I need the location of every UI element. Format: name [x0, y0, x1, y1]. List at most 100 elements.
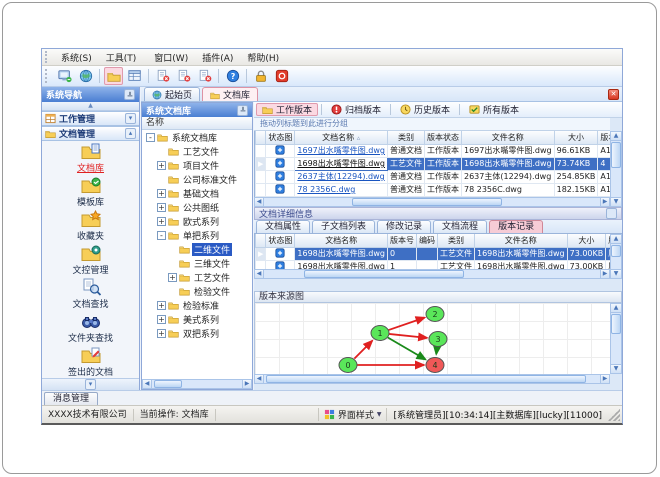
close-save-button[interactable]: [174, 67, 193, 85]
scroll-thumb[interactable]: [266, 375, 586, 383]
version-node-2[interactable]: 2: [425, 306, 445, 322]
detail-tab-文档属性[interactable]: 文档属性: [256, 220, 311, 233]
detail-tab-子文档列表[interactable]: 子文档列表: [312, 220, 376, 233]
scroll-right-icon[interactable]: ▶: [600, 270, 609, 278]
table-row[interactable]: 2637主体(12294).dwg 普通文档 工作版本 2637主体(12294).d…: [255, 169, 610, 184]
column-header-版本号[interactable]: 版本号: [597, 131, 610, 145]
column-header-状态图[interactable]: 状态图: [265, 131, 296, 145]
expand-icon[interactable]: +: [157, 188, 166, 198]
expand-icon[interactable]: +: [168, 272, 177, 282]
row-selector-header[interactable]: [255, 131, 267, 145]
detail-tab-修改记录[interactable]: 修改记录: [377, 220, 432, 233]
menu-item[interactable]: 系统(S): [54, 53, 99, 65]
column-header-版本状态[interactable]: 版本状态: [424, 131, 462, 145]
tree-item-单把系列[interactable]: - 单把系列: [142, 228, 252, 242]
scroll-thumb[interactable]: [154, 380, 182, 388]
menu-item[interactable]: 帮助(H): [240, 53, 286, 65]
tree-item-检验标准[interactable]: + 检验标准: [142, 298, 252, 312]
detail-tab-文档流程[interactable]: 文档流程: [433, 220, 488, 233]
browser-button[interactable]: [76, 67, 95, 85]
scroll-left-icon[interactable]: ◀: [143, 380, 152, 388]
version-node-1[interactable]: 1: [370, 325, 390, 341]
tree-item-双把系列[interactable]: + 双把系列: [142, 326, 252, 340]
column-header-文档名称[interactable]: 文档名称 ▵: [294, 131, 388, 145]
column-header-大小[interactable]: 大小: [553, 131, 599, 145]
column-header-文档名称[interactable]: 文档名称: [294, 234, 388, 248]
scroll-thumb[interactable]: [611, 245, 621, 257]
tree-item-工艺文件[interactable]: + 工艺文件: [142, 270, 252, 284]
sidebar-item-模板库[interactable]: 模板库: [42, 175, 139, 209]
button-历史版本[interactable]: 历史版本: [394, 103, 456, 116]
column-header-文件名称[interactable]: 文件名称: [461, 131, 555, 145]
expand-icon[interactable]: +: [157, 202, 166, 212]
version-table-vscrollbar[interactable]: ▲ ▼: [610, 234, 622, 279]
collapse-icon[interactable]: -: [157, 230, 166, 240]
document-table-vscrollbar[interactable]: ▲ ▼: [610, 131, 622, 207]
table-row[interactable]: 78 2356C.dwg 普通文档 工作版本 78 2356C.dwg 182.15KB…: [255, 182, 610, 197]
tab-文档库[interactable]: 文档库: [202, 87, 259, 101]
scroll-up-icon[interactable]: ▲: [611, 304, 621, 313]
sidebar-item-文件夹查找[interactable]: 文件夹查找: [42, 311, 139, 345]
menu-item[interactable]: 工具(T): [99, 53, 144, 65]
scroll-right-icon[interactable]: ▶: [600, 375, 609, 383]
scroll-up-icon[interactable]: ▲: [611, 132, 621, 141]
tree-item-工艺文件[interactable]: 工艺文件: [142, 144, 252, 158]
column-header-大小[interactable]: 大小: [566, 234, 607, 248]
expand-icon[interactable]: +: [157, 314, 166, 324]
pin-icon[interactable]: [237, 104, 248, 116]
tree-item-系统文档库[interactable]: - 系统文档库: [142, 130, 252, 144]
button-工作版本[interactable]: 工作版本: [256, 103, 319, 116]
sidebar-item-签出的文档[interactable]: 签出的文档: [42, 345, 139, 378]
graph-vscrollbar[interactable]: ▲ ▼: [610, 303, 622, 374]
scroll-left-icon[interactable]: ◀: [255, 198, 264, 206]
scroll-right-icon[interactable]: ▶: [242, 380, 251, 388]
chevron-up-icon[interactable]: ▴: [125, 128, 136, 139]
pin-icon[interactable]: [124, 89, 135, 100]
menu-item[interactable]: 插件(A): [195, 53, 240, 65]
tree-item-公共图纸[interactable]: + 公共图纸: [142, 200, 252, 214]
scroll-right-icon[interactable]: ▶: [600, 198, 609, 206]
graph-hscrollbar[interactable]: ◀ ▶: [254, 374, 610, 384]
scroll-left-icon[interactable]: ◀: [255, 270, 264, 278]
button-归档版本[interactable]: 归档版本: [325, 103, 387, 116]
expand-icon[interactable]: +: [157, 160, 166, 170]
sidebar-item-文档库[interactable]: 文档库: [42, 141, 139, 175]
sidebar-collapse-strip[interactable]: ▲: [42, 102, 139, 111]
column-header-状态图[interactable]: 状态图: [265, 234, 296, 248]
version-node-0[interactable]: 0: [338, 357, 358, 373]
lock-screen-button[interactable]: [251, 67, 270, 85]
help-button[interactable]: ?: [223, 67, 242, 85]
expand-icon[interactable]: +: [157, 328, 166, 338]
sidebar-bottom-strip[interactable]: ▾: [42, 378, 139, 390]
panel-button-icon[interactable]: [606, 208, 617, 219]
button-所有版本[interactable]: 所有版本: [463, 103, 525, 116]
scroll-left-icon[interactable]: ◀: [255, 375, 264, 383]
menu-item[interactable]: 窗口(W): [147, 53, 195, 65]
tree-item-二维文件[interactable]: 二维文件: [142, 242, 252, 256]
table-row[interactable]: ▶ 1698出水嘴零件图.dwg 工艺文件 工作版本 1698出水嘴零件图.dwg 73.…: [255, 156, 610, 171]
document-table-hscrollbar[interactable]: ◀ ▶: [254, 197, 610, 207]
sidebar-item-文控管理[interactable]: 文控管理: [42, 243, 139, 277]
column-header-版本号[interactable]: 版本号: [387, 234, 417, 248]
close-document-button[interactable]: [153, 67, 172, 85]
tree-horizontal-scrollbar[interactable]: ◀ ▶: [142, 379, 252, 389]
column-header-类别[interactable]: 类别: [387, 131, 425, 145]
sidebar-group-document[interactable]: 文档管理 ▴: [42, 126, 139, 141]
sidebar-item-收藏夹[interactable]: 收藏夹: [42, 209, 139, 243]
expand-icon[interactable]: +: [157, 300, 166, 310]
tree-column-header[interactable]: 名称: [142, 117, 252, 130]
tab-起始页[interactable]: 起始页: [144, 87, 201, 101]
close-icon[interactable]: ✕: [608, 89, 619, 100]
tree-item-基础文档[interactable]: + 基础文档: [142, 186, 252, 200]
sidebar-item-文档查找[interactable]: 文档查找: [42, 277, 139, 311]
scroll-thumb[interactable]: [611, 314, 621, 334]
chevron-down-icon[interactable]: ▾: [125, 113, 136, 124]
scroll-down-icon[interactable]: ▼: [611, 269, 621, 278]
version-node-4[interactable]: 4: [425, 357, 445, 373]
tree-item-美式系列[interactable]: + 美式系列: [142, 312, 252, 326]
row-selector-header[interactable]: [255, 234, 267, 248]
scroll-thumb[interactable]: [304, 270, 464, 278]
tree-item-欧式系列[interactable]: + 欧式系列: [142, 214, 252, 228]
table-window-button[interactable]: [125, 67, 144, 85]
scroll-down-icon[interactable]: ▼: [611, 364, 621, 373]
